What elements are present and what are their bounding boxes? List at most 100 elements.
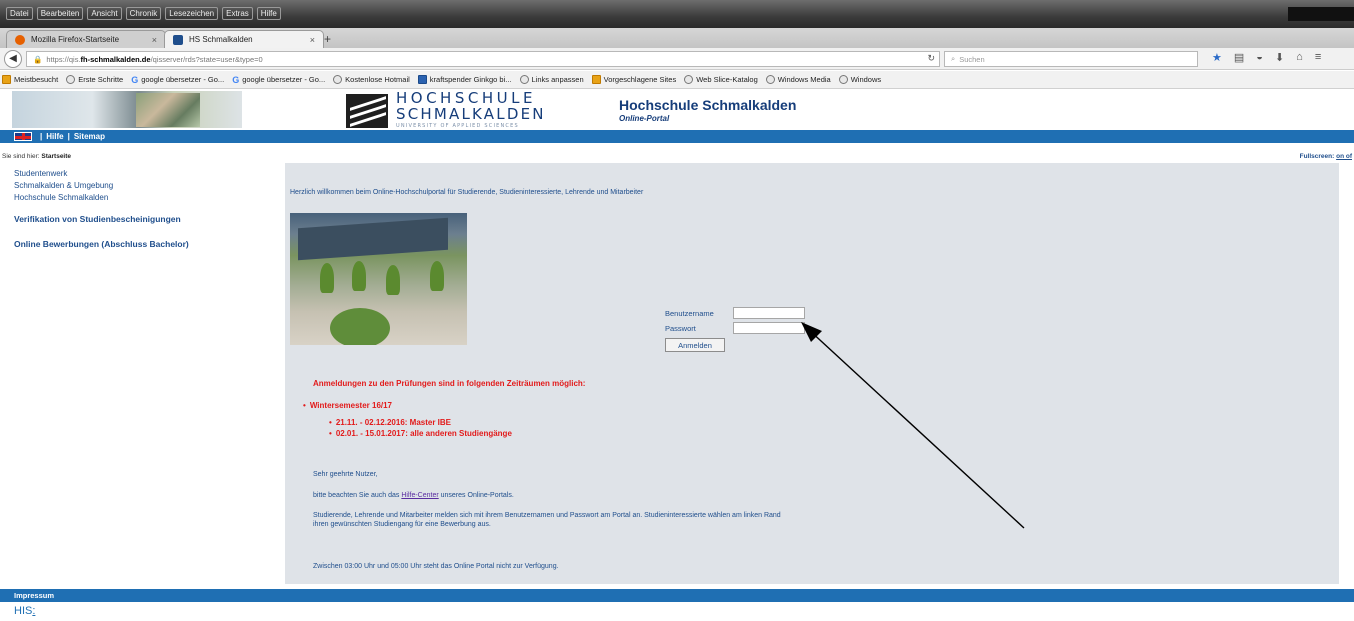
tab-strip: Mozilla Firefox-Startseite × HS Schmalka… — [0, 28, 1354, 48]
campus-photo — [290, 213, 467, 345]
exam-registration-heading: Anmeldungen zu den Prüfungen sind in fol… — [313, 379, 586, 388]
help-center-link[interactable]: Hilfe-Center — [401, 492, 438, 499]
page-subtitle: Online-Portal — [619, 114, 670, 123]
sidebar-item-schmalkalden[interactable]: Schmalkalden & Umgebung — [14, 180, 274, 192]
english-flag-icon[interactable] — [14, 132, 32, 141]
help-link[interactable]: Hilfe — [46, 132, 63, 141]
university-logo-icon — [346, 94, 388, 128]
menu-history[interactable]: Chronik — [125, 7, 162, 20]
url-path: /qisserver/rds?state=user&type=0 — [150, 54, 263, 64]
nav-separator: | — [67, 132, 70, 141]
google-icon: G — [232, 74, 240, 85]
footer-bar: Impressum — [0, 589, 1354, 602]
login-form: Benutzername Passwort Anmelden — [665, 306, 805, 352]
sitemap-link[interactable]: Sitemap — [74, 132, 105, 141]
menu-view[interactable]: Ansicht — [87, 7, 122, 20]
login-button[interactable]: Anmelden — [665, 338, 725, 352]
url-host: fh-schmalkalden.de — [80, 54, 151, 64]
bookmark-item[interactable]: Ggoogle übersetzer - Go... — [232, 75, 325, 85]
reload-icon[interactable]: ↻ — [927, 53, 935, 64]
menu-list: Datei Bearbeiten Ansicht Chronik Lesezei… — [6, 7, 281, 20]
search-placeholder: Suchen — [959, 54, 985, 64]
impressum-link[interactable]: Impressum — [14, 591, 54, 600]
lock-icon: 🔒 — [33, 54, 43, 64]
new-tab-button[interactable]: + — [324, 32, 331, 46]
period-item: 02.01. - 15.01.2017: alle anderen Studie… — [329, 429, 512, 438]
downtime-notice: Zwischen 03:00 Uhr und 05:00 Uhr steht d… — [313, 563, 559, 570]
globe-icon — [765, 75, 775, 84]
window-controls — [1288, 7, 1354, 21]
menu-help[interactable]: Hilfe — [256, 7, 281, 20]
toolbar-icons: ★ ▤ ◒ ⬇ ⌂ ≡ — [1212, 51, 1321, 64]
breadcrumb-current: Startseite — [41, 153, 72, 160]
hamburger-menu-icon[interactable]: ≡ — [1315, 51, 1321, 64]
globe-icon — [333, 75, 343, 84]
pocket-icon[interactable]: ◒ — [1256, 51, 1263, 64]
fullscreen-link[interactable]: on of — [1336, 153, 1352, 160]
his-suffix: : — [32, 605, 36, 617]
bookmark-item[interactable]: Web Slice-Katalog — [684, 75, 758, 84]
bookmark-item[interactable]: Links anpassen — [519, 75, 584, 84]
bookmark-item[interactable]: kraftspender Ginkgo bi... — [417, 75, 512, 84]
close-icon[interactable]: × — [152, 35, 157, 45]
bookmark-item[interactable]: Windows Media — [765, 75, 831, 84]
breadcrumb-prefix: Sie sind hier: — [2, 153, 40, 160]
browser-menubar: Datei Bearbeiten Ansicht Chronik Lesezei… — [0, 0, 1354, 28]
banner-photo — [136, 93, 200, 127]
site-favicon-icon — [173, 34, 183, 45]
username-label: Benutzername — [665, 308, 714, 318]
site-icon — [417, 75, 427, 84]
home-icon[interactable]: ⌂ — [1296, 51, 1303, 64]
bookmark-item[interactable]: Ggoogle übersetzer - Go... — [131, 75, 224, 85]
his-label: HIS — [14, 605, 33, 617]
bookmarks-toolbar: Meistbesucht Erste Schritte Ggoogle über… — [0, 71, 1354, 89]
fullscreen-toggle: Fullscreen: on of — [1300, 153, 1352, 160]
menu-edit[interactable]: Bearbeiten — [36, 7, 84, 20]
welcome-text: Herzlich willkommen beim Online-Hochschu… — [290, 189, 644, 196]
bookmark-item[interactable]: Meistbesucht — [2, 75, 58, 84]
navigation-toolbar: ◀ 🔒 https://qis. fh-schmalkalden.de/qisse… — [0, 48, 1354, 70]
menu-bookmarks[interactable]: Lesezeichen — [165, 7, 219, 20]
close-icon[interactable]: × — [310, 35, 315, 45]
search-icon: ⌕ — [951, 54, 956, 63]
menu-file[interactable]: Datei — [6, 7, 33, 20]
university-logo-text: HOCHSCHULE SCHMALKALDEN UNIVERSITY OF AP… — [396, 91, 546, 130]
bookmark-item[interactable]: Erste Schritte — [66, 75, 123, 84]
bookmark-item[interactable]: Vorgeschlagene Sites — [591, 75, 676, 84]
google-icon: G — [131, 74, 139, 85]
greeting-text: Sehr geehrte Nutzer, — [313, 471, 378, 478]
logo-line1: HOCHSCHULE — [396, 89, 536, 107]
suggested-sites-icon — [591, 75, 601, 84]
bookmark-folder-icon — [2, 75, 11, 84]
bookmark-item[interactable]: Kostenlose Hotmail — [333, 75, 410, 84]
sidebar-item-studentenwerk[interactable]: Studentenwerk — [14, 168, 274, 180]
url-bar[interactable]: 🔒 https://qis. fh-schmalkalden.de/qisserv… — [26, 51, 940, 67]
username-field[interactable] — [733, 307, 805, 319]
breadcrumb: Sie sind hier: Startseite — [2, 153, 71, 160]
back-button[interactable]: ◀ — [4, 50, 22, 68]
tab-title: Mozilla Firefox-Startseite — [31, 35, 120, 44]
globe-icon — [519, 75, 529, 84]
sidebar-item-hochschule[interactable]: Hochschule Schmalkalden — [14, 192, 274, 204]
tab-title: HS Schmalkalden — [189, 35, 253, 44]
download-icon[interactable]: ⬇ — [1275, 51, 1284, 64]
menu-tools[interactable]: Extras — [222, 7, 253, 20]
sidebar: Studentenwerk Schmalkalden & Umgebung Ho… — [14, 168, 274, 251]
sidebar-item-bewerbungen[interactable]: Online Bewerbungen (Abschluss Bachelor) — [14, 238, 274, 251]
top-nav-bar: | Hilfe | Sitemap — [0, 130, 1354, 143]
sidebar-item-verifikation[interactable]: Verifikation von Studienbescheinigungen — [14, 213, 274, 226]
password-field[interactable] — [733, 322, 805, 334]
his-logo: HIS: — [14, 605, 35, 617]
bookmark-star-icon[interactable]: ★ — [1212, 51, 1222, 64]
tab-hs-schmalkalden[interactable]: HS Schmalkalden × — [164, 30, 324, 48]
firefox-icon — [15, 34, 25, 45]
url-prefix: https://qis. — [46, 54, 81, 64]
login-instructions: Studierende, Lehrende und Mitarbeiter me… — [313, 512, 781, 528]
tab-firefox-start[interactable]: Mozilla Firefox-Startseite × — [6, 30, 166, 48]
bookmark-item[interactable]: Windows — [838, 75, 881, 84]
main-content: Herzlich willkommen beim Online-Hochschu… — [285, 163, 1339, 584]
header-banner-image — [12, 91, 242, 128]
logo-line2: SCHMALKALDEN — [396, 105, 546, 123]
search-input[interactable]: ⌕ Suchen — [944, 51, 1198, 67]
bookmarks-list-icon[interactable]: ▤ — [1234, 51, 1244, 64]
